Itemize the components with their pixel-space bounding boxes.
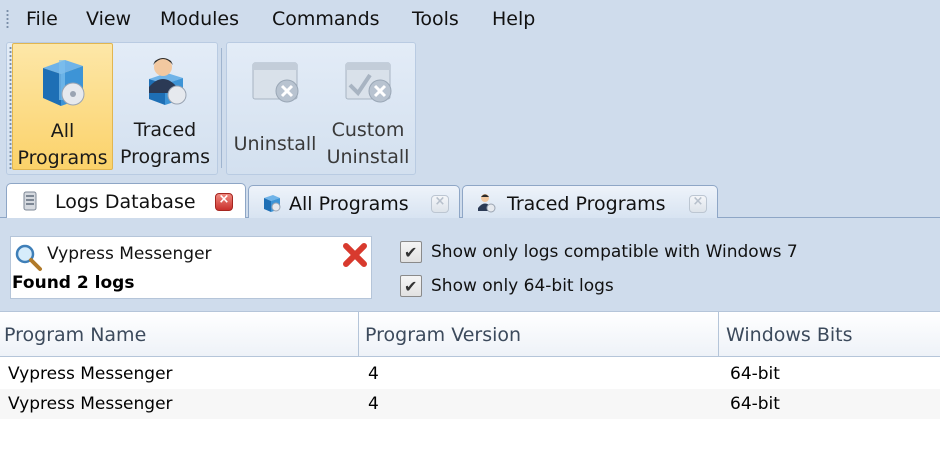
all-programs-button[interactable]: All Programs	[12, 43, 113, 170]
column-program-name[interactable]: Program Name	[4, 323, 146, 347]
traced-user-icon	[149, 58, 187, 105]
table-row[interactable]: Vypress Messenger 4 64-bit	[0, 359, 940, 389]
column-divider[interactable]	[358, 312, 359, 357]
menu-modules[interactable]: Modules	[160, 7, 239, 31]
menu-view[interactable]: View	[86, 7, 131, 31]
checkmark-icon: ✔	[404, 243, 418, 262]
tab-all-programs[interactable]: All Programs ×	[248, 185, 460, 219]
menu-commands[interactable]: Commands	[272, 7, 380, 31]
cell-program-version: 4	[368, 394, 379, 414]
column-divider[interactable]	[718, 312, 719, 357]
win7-compatible-label[interactable]: Show only logs compatible with Windows 7	[431, 240, 798, 264]
checkmark-icon: ✔	[404, 277, 418, 296]
menu-file[interactable]: File	[26, 7, 58, 31]
tab-traced-programs[interactable]: Traced Programs ×	[462, 185, 718, 219]
search-input[interactable]: Vypress Messenger	[47, 242, 212, 266]
close-tab-icon[interactable]: ×	[689, 194, 707, 213]
uninstall-icon	[252, 62, 299, 103]
cell-program-version: 4	[368, 364, 379, 384]
uninstall-button[interactable]: Uninstall	[228, 43, 322, 170]
programs-box-icon	[42, 60, 84, 106]
64bit-only-checkbox[interactable]: ✔	[400, 275, 422, 297]
win7-compatible-checkbox[interactable]: ✔	[400, 241, 422, 263]
close-tab-icon[interactable]: ×	[215, 192, 233, 211]
menu-tools[interactable]: Tools	[412, 7, 459, 31]
tab-strip: Logs Database × All Programs × Traced Pr…	[0, 178, 940, 219]
search-box[interactable]: Vypress Messenger Found 2 logs	[10, 236, 372, 299]
custom-uninstall-button[interactable]: Custom Uninstall	[322, 43, 414, 170]
search-result-count: Found 2 logs	[12, 273, 135, 293]
close-tab-icon[interactable]: ×	[431, 194, 449, 213]
toolbar-separator	[221, 48, 222, 168]
cell-program-name: Vypress Messenger	[8, 364, 173, 384]
table-row[interactable]: Vypress Messenger 4 64-bit	[0, 389, 940, 419]
column-windows-bits[interactable]: Windows Bits	[726, 323, 853, 347]
64bit-only-label[interactable]: Show only 64-bit logs	[431, 274, 614, 298]
uninstall-label: Uninstall	[233, 133, 317, 155]
cell-windows-bits: 64-bit	[730, 394, 780, 414]
menu-help[interactable]: Help	[492, 7, 535, 31]
search-icon	[15, 244, 42, 271]
clear-search-icon[interactable]	[341, 241, 369, 269]
tab-traced-programs-label: Traced Programs	[507, 193, 666, 215]
tab-all-programs-label: All Programs	[289, 193, 409, 215]
traced-programs-button[interactable]: Traced Programs	[115, 43, 215, 170]
cell-program-name: Vypress Messenger	[8, 394, 173, 414]
traced-programs-label: Traced Programs	[119, 119, 211, 168]
menu-grip-icon[interactable]	[6, 9, 9, 29]
menu-bar: File View Modules Commands Tools Help	[0, 0, 940, 38]
cell-windows-bits: 64-bit	[730, 364, 780, 384]
column-program-version[interactable]: Program Version	[365, 323, 521, 347]
tab-logs-database[interactable]: Logs Database ×	[6, 183, 246, 219]
custom-uninstall-label: Custom Uninstall	[326, 119, 410, 168]
table-header: Program Name Program Version Windows Bit…	[0, 311, 940, 357]
tab-logs-database-label: Logs Database	[55, 191, 196, 213]
database-icon	[23, 191, 37, 211]
filter-panel: Vypress Messenger Found 2 logs ✔ Show on…	[0, 218, 940, 311]
user-icon	[478, 194, 496, 213]
all-programs-label: All Programs	[17, 120, 108, 169]
programs-icon	[264, 195, 281, 212]
custom-uninstall-icon	[345, 62, 392, 103]
